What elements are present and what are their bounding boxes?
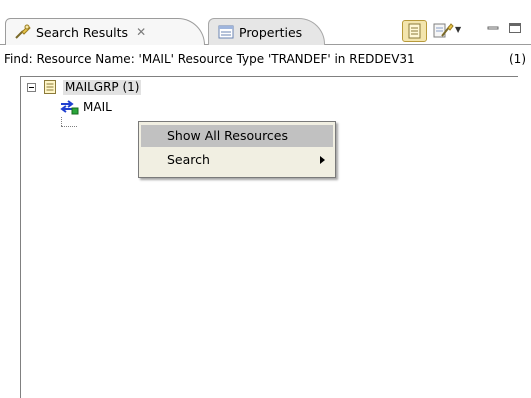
search-results-content: Find: Resource Name: 'MAIL' Resource Typ… (0, 45, 531, 398)
tree-node-mail[interactable]: MAIL (59, 98, 112, 116)
tree-node-label: MAILGRP (1) (63, 79, 142, 95)
search-results-icon (14, 24, 32, 40)
menu-item-show-all-resources[interactable]: Show All Resources (141, 125, 333, 147)
menu-item-search-label: Search (167, 152, 210, 167)
tab-properties-label: Properties (239, 24, 303, 40)
pin-results-button[interactable] (402, 20, 427, 42)
properties-icon (217, 24, 235, 40)
tab-search-results-label: Search Results (36, 24, 129, 40)
group-document-icon (43, 79, 57, 95)
search-result-count: (1) (509, 52, 526, 66)
search-history-button[interactable] (431, 20, 455, 42)
submenu-arrow-icon (320, 156, 325, 164)
tree-node-label: MAIL (83, 100, 112, 114)
menu-item-search[interactable]: Search (141, 149, 333, 171)
tree-connector (61, 117, 62, 126)
view-tab-strip: Search Results ✕ Properties ▼ (0, 0, 531, 45)
view-menu-arrow-icon[interactable]: ▼ (455, 25, 463, 34)
tree-node-mailgrp[interactable]: MAILGRP (1) (27, 78, 142, 96)
search-history-icon (431, 23, 455, 45)
search-query-summary: Find: Resource Name: 'MAIL' Resource Typ… (4, 52, 415, 66)
minimize-icon[interactable] (486, 21, 500, 35)
tree-connector (61, 126, 77, 127)
tab-search-results[interactable]: Search Results ✕ (5, 18, 205, 45)
maximize-icon[interactable] (508, 21, 522, 35)
context-menu: Show All Resources Search (138, 121, 336, 178)
search-results-view: Search Results ✕ Properties ▼ Find: Reso… (0, 0, 531, 398)
pin-results-icon (403, 23, 426, 44)
close-icon[interactable]: ✕ (136, 25, 146, 39)
tab-properties[interactable]: Properties (208, 18, 325, 45)
collapse-icon[interactable] (27, 82, 36, 92)
transaction-definition-icon (59, 99, 79, 115)
